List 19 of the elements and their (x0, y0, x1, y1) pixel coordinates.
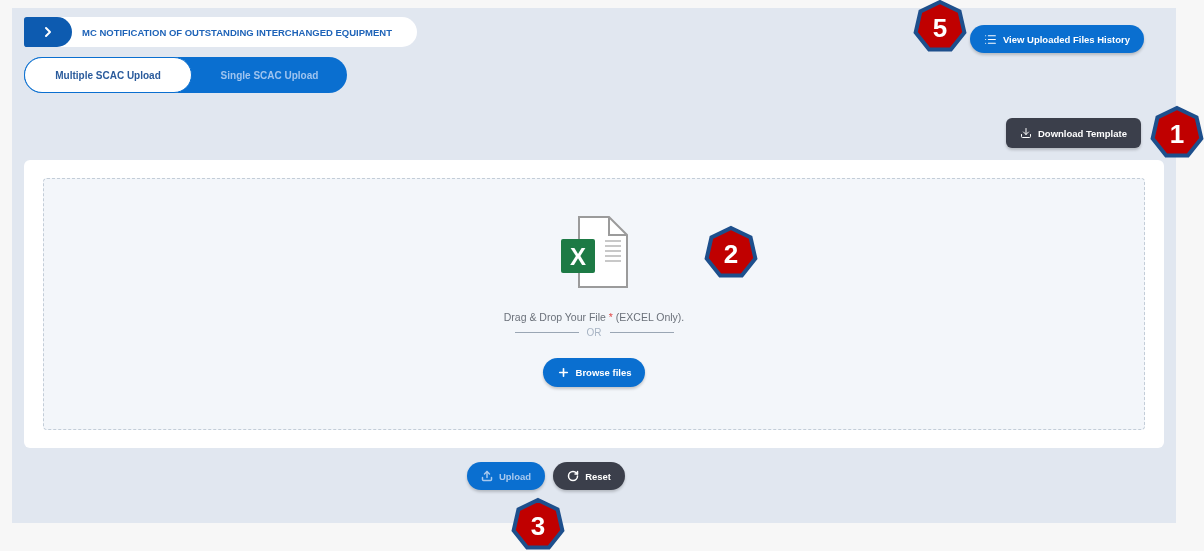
reset-button[interactable]: Reset (553, 462, 626, 490)
callout-badge: 2 (704, 225, 758, 279)
drop-prompt: Drag & Drop Your File * (EXCEL Only). (503, 311, 685, 323)
list-icon (983, 32, 997, 46)
or-separator: OR (586, 327, 602, 338)
download-icon (1019, 127, 1032, 139)
reload-icon (567, 470, 580, 482)
page-title: MC NOTIFICATION OF OUTSTANDING INTERCHANGED EQUIPMENT (82, 26, 392, 38)
expand-button[interactable] (24, 17, 72, 47)
mode-tab[interactable]: Multiple SCAC Upload (24, 57, 192, 93)
mode-tab[interactable]: Single SCAC Upload (192, 57, 347, 93)
view-history-button[interactable]: View Uploaded Files History (969, 25, 1144, 53)
plus-icon (556, 366, 570, 379)
download-template-button[interactable]: Download Template (1005, 118, 1141, 148)
callout-badge: 5 (913, 0, 967, 53)
callout-badge: 3 (511, 497, 565, 551)
upload-icon (480, 470, 493, 482)
browse-files-button[interactable]: Browse files (542, 358, 646, 387)
callout-badge: 1 (1150, 105, 1204, 159)
